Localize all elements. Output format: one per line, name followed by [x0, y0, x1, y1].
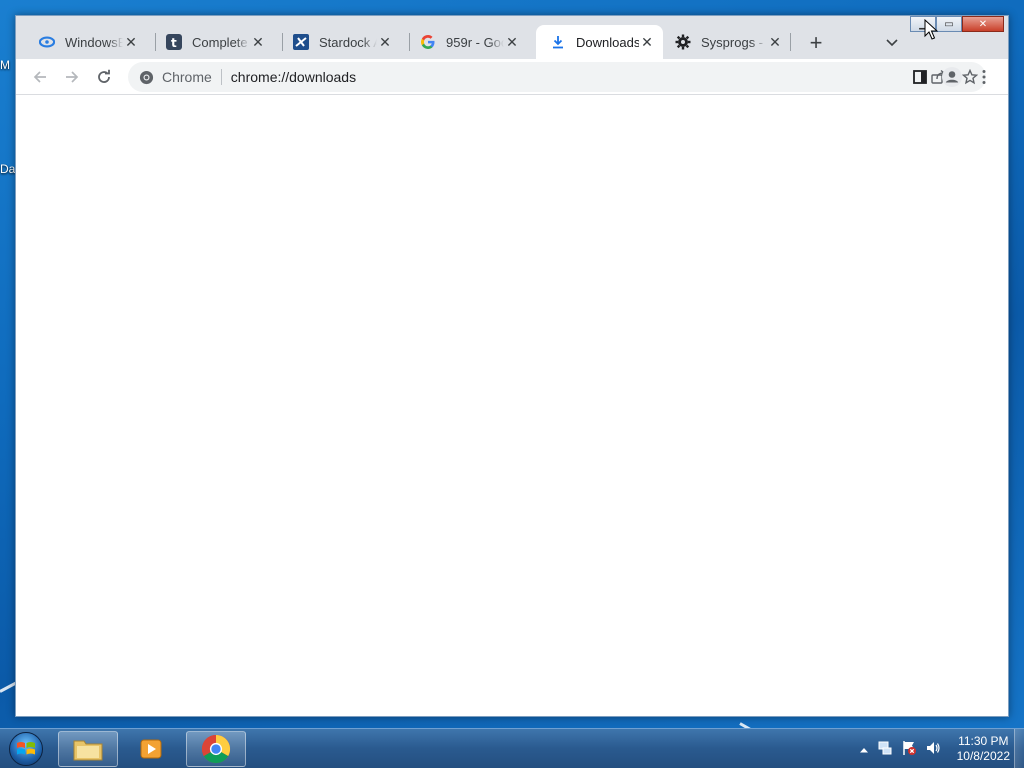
network-icon[interactable] — [877, 740, 893, 759]
stardock-icon — [293, 34, 309, 50]
show-desktop-button[interactable] — [1014, 729, 1024, 768]
address-bar[interactable]: Chrome chrome://downloads — [128, 62, 986, 92]
tab-strip: WindowsBlogItalia ✕ t Complete YouTube ✕… — [16, 16, 1008, 59]
windows-logo-icon — [9, 732, 43, 766]
forward-button[interactable] — [56, 61, 88, 93]
tab-title: Downloads — [576, 34, 639, 50]
browser-toolbar: Chrome chrome://downloads — [16, 59, 1008, 95]
gear-icon — [675, 34, 691, 50]
reload-button[interactable] — [88, 61, 120, 93]
show-hidden-icons-button[interactable] — [859, 742, 869, 757]
address-divider — [220, 69, 222, 85]
chrome-icon — [138, 69, 154, 85]
desktop-icon-label[interactable]: M — [0, 58, 10, 72]
tab-downloads[interactable]: Downloads ✕ — [536, 25, 663, 59]
menu-button[interactable] — [968, 61, 1000, 93]
taskbar-media-player[interactable] — [122, 731, 182, 767]
start-button[interactable] — [6, 730, 46, 768]
page-content — [16, 95, 1008, 716]
profile-button[interactable] — [936, 61, 968, 93]
mouse-cursor-icon — [924, 18, 939, 44]
tab-title: Sysprogs - Gener — [701, 34, 767, 50]
download-icon — [550, 34, 566, 50]
tab-search-button[interactable] — [878, 29, 906, 57]
volume-icon[interactable] — [925, 740, 941, 759]
close-icon[interactable]: ✕ — [250, 34, 266, 50]
tab-stardock[interactable]: Stardock Accounts ✕ — [273, 25, 401, 59]
clock[interactable]: 11:30 PM 10/8/2022 — [957, 734, 1010, 764]
back-button[interactable] — [24, 61, 56, 93]
tab-title: Complete YouTube — [192, 34, 250, 50]
site-chip: Chrome — [162, 69, 212, 85]
avatar-icon — [942, 67, 962, 87]
system-tray: 11:30 PM 10/8/2022 — [859, 729, 1010, 768]
tab-title: 959r - Google — [446, 34, 504, 50]
action-center-icon[interactable] — [901, 740, 917, 759]
close-icon[interactable]: ✕ — [767, 34, 783, 50]
tab-google-search[interactable]: 959r - Google ✕ — [400, 25, 528, 59]
tab-title: Stardock Accounts — [319, 34, 377, 50]
folder-icon — [73, 740, 103, 761]
new-tab-button[interactable]: + — [802, 29, 830, 57]
close-icon[interactable]: ✕ — [639, 34, 655, 50]
chrome-window: WindowsBlogItalia ✕ t Complete YouTube ✕… — [15, 15, 1009, 717]
tumblr-icon: t — [166, 34, 182, 50]
side-panel-icon — [913, 70, 927, 84]
chrome-logo-icon — [201, 734, 231, 764]
taskbar-chrome[interactable] — [186, 731, 246, 767]
taskbar: 11:30 PM 10/8/2022 — [0, 728, 1024, 768]
forward-arrow-icon — [66, 70, 79, 83]
svg-text:t: t — [171, 36, 177, 50]
close-icon[interactable]: ✕ — [123, 34, 139, 50]
side-panel-button[interactable] — [904, 61, 936, 93]
clock-date: 10/8/2022 — [956, 749, 1010, 763]
desktop-icon-label[interactable]: Da — [0, 162, 15, 176]
maximize-button[interactable]: ▭ — [936, 16, 962, 32]
more-vert-icon — [982, 70, 986, 84]
chevron-down-icon — [886, 39, 898, 47]
clock-time: 11:30 PM — [958, 734, 1009, 748]
chevron-up-icon — [859, 747, 868, 752]
tab-complete-youtube[interactable]: t Complete YouTube ✕ — [146, 25, 274, 59]
window-close-button[interactable]: ✕ — [962, 16, 1004, 32]
media-player-icon — [140, 739, 162, 759]
tab-windowsblog[interactable]: WindowsBlogItalia ✕ — [19, 25, 147, 59]
tab-sysprogs[interactable]: Sysprogs - Gener ✕ — [663, 25, 791, 59]
url-text[interactable]: chrome://downloads — [231, 69, 356, 85]
reload-icon — [98, 69, 110, 83]
windowsblog-icon — [39, 34, 55, 50]
taskbar-explorer[interactable] — [58, 731, 118, 767]
close-icon[interactable]: ✕ — [504, 34, 520, 50]
tab-title: WindowsBlogItalia — [65, 34, 123, 50]
google-icon — [420, 34, 436, 50]
tab-divider — [790, 33, 791, 51]
close-icon[interactable]: ✕ — [377, 34, 393, 50]
back-arrow-icon — [33, 70, 46, 83]
